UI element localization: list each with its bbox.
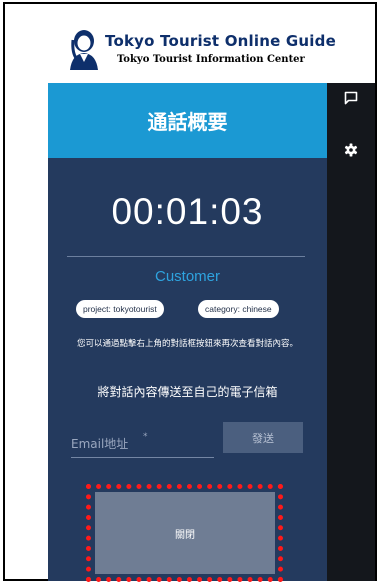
- panel-title: 通話概要: [147, 110, 228, 134]
- chat-button[interactable]: [327, 83, 375, 113]
- site-header: Tokyo Tourist Online Guide Tokyo Tourist…: [5, 4, 375, 83]
- logo-subtitle: Tokyo Tourist Information Center: [117, 54, 305, 65]
- email-field-wrapper: *: [71, 431, 214, 458]
- gear-icon: [344, 143, 358, 157]
- chat-review-hint: 您可以通過點擊右上角的對話框按鈕來再次查看對話內容。: [76, 339, 298, 349]
- project-tag: project: tokyotourist: [76, 300, 164, 318]
- chat-icon: [344, 91, 358, 105]
- customer-label: Customer: [154, 268, 221, 285]
- logo-title: Tokyo Tourist Online Guide: [105, 32, 336, 50]
- call-summary-panel: 通話概要 00:01:03 Customer project: tokyotou…: [48, 83, 327, 582]
- divider: [67, 256, 305, 257]
- settings-button[interactable]: [327, 135, 375, 165]
- send-transcript-title: 將對話內容傳送至自己的電子信箱: [97, 385, 278, 399]
- required-mark: *: [143, 432, 148, 442]
- guide-mascot-icon: [70, 30, 98, 70]
- send-button[interactable]: 發送: [223, 422, 303, 453]
- panel-header: 通話概要: [48, 83, 327, 158]
- category-tag: category: chinese: [198, 300, 279, 318]
- close-button[interactable]: 關閉: [95, 492, 275, 574]
- call-timer: 00:01:03: [111, 191, 264, 232]
- right-toolbar: [327, 83, 375, 581]
- app-frame: Tokyo Tourist Online Guide Tokyo Tourist…: [3, 2, 377, 582]
